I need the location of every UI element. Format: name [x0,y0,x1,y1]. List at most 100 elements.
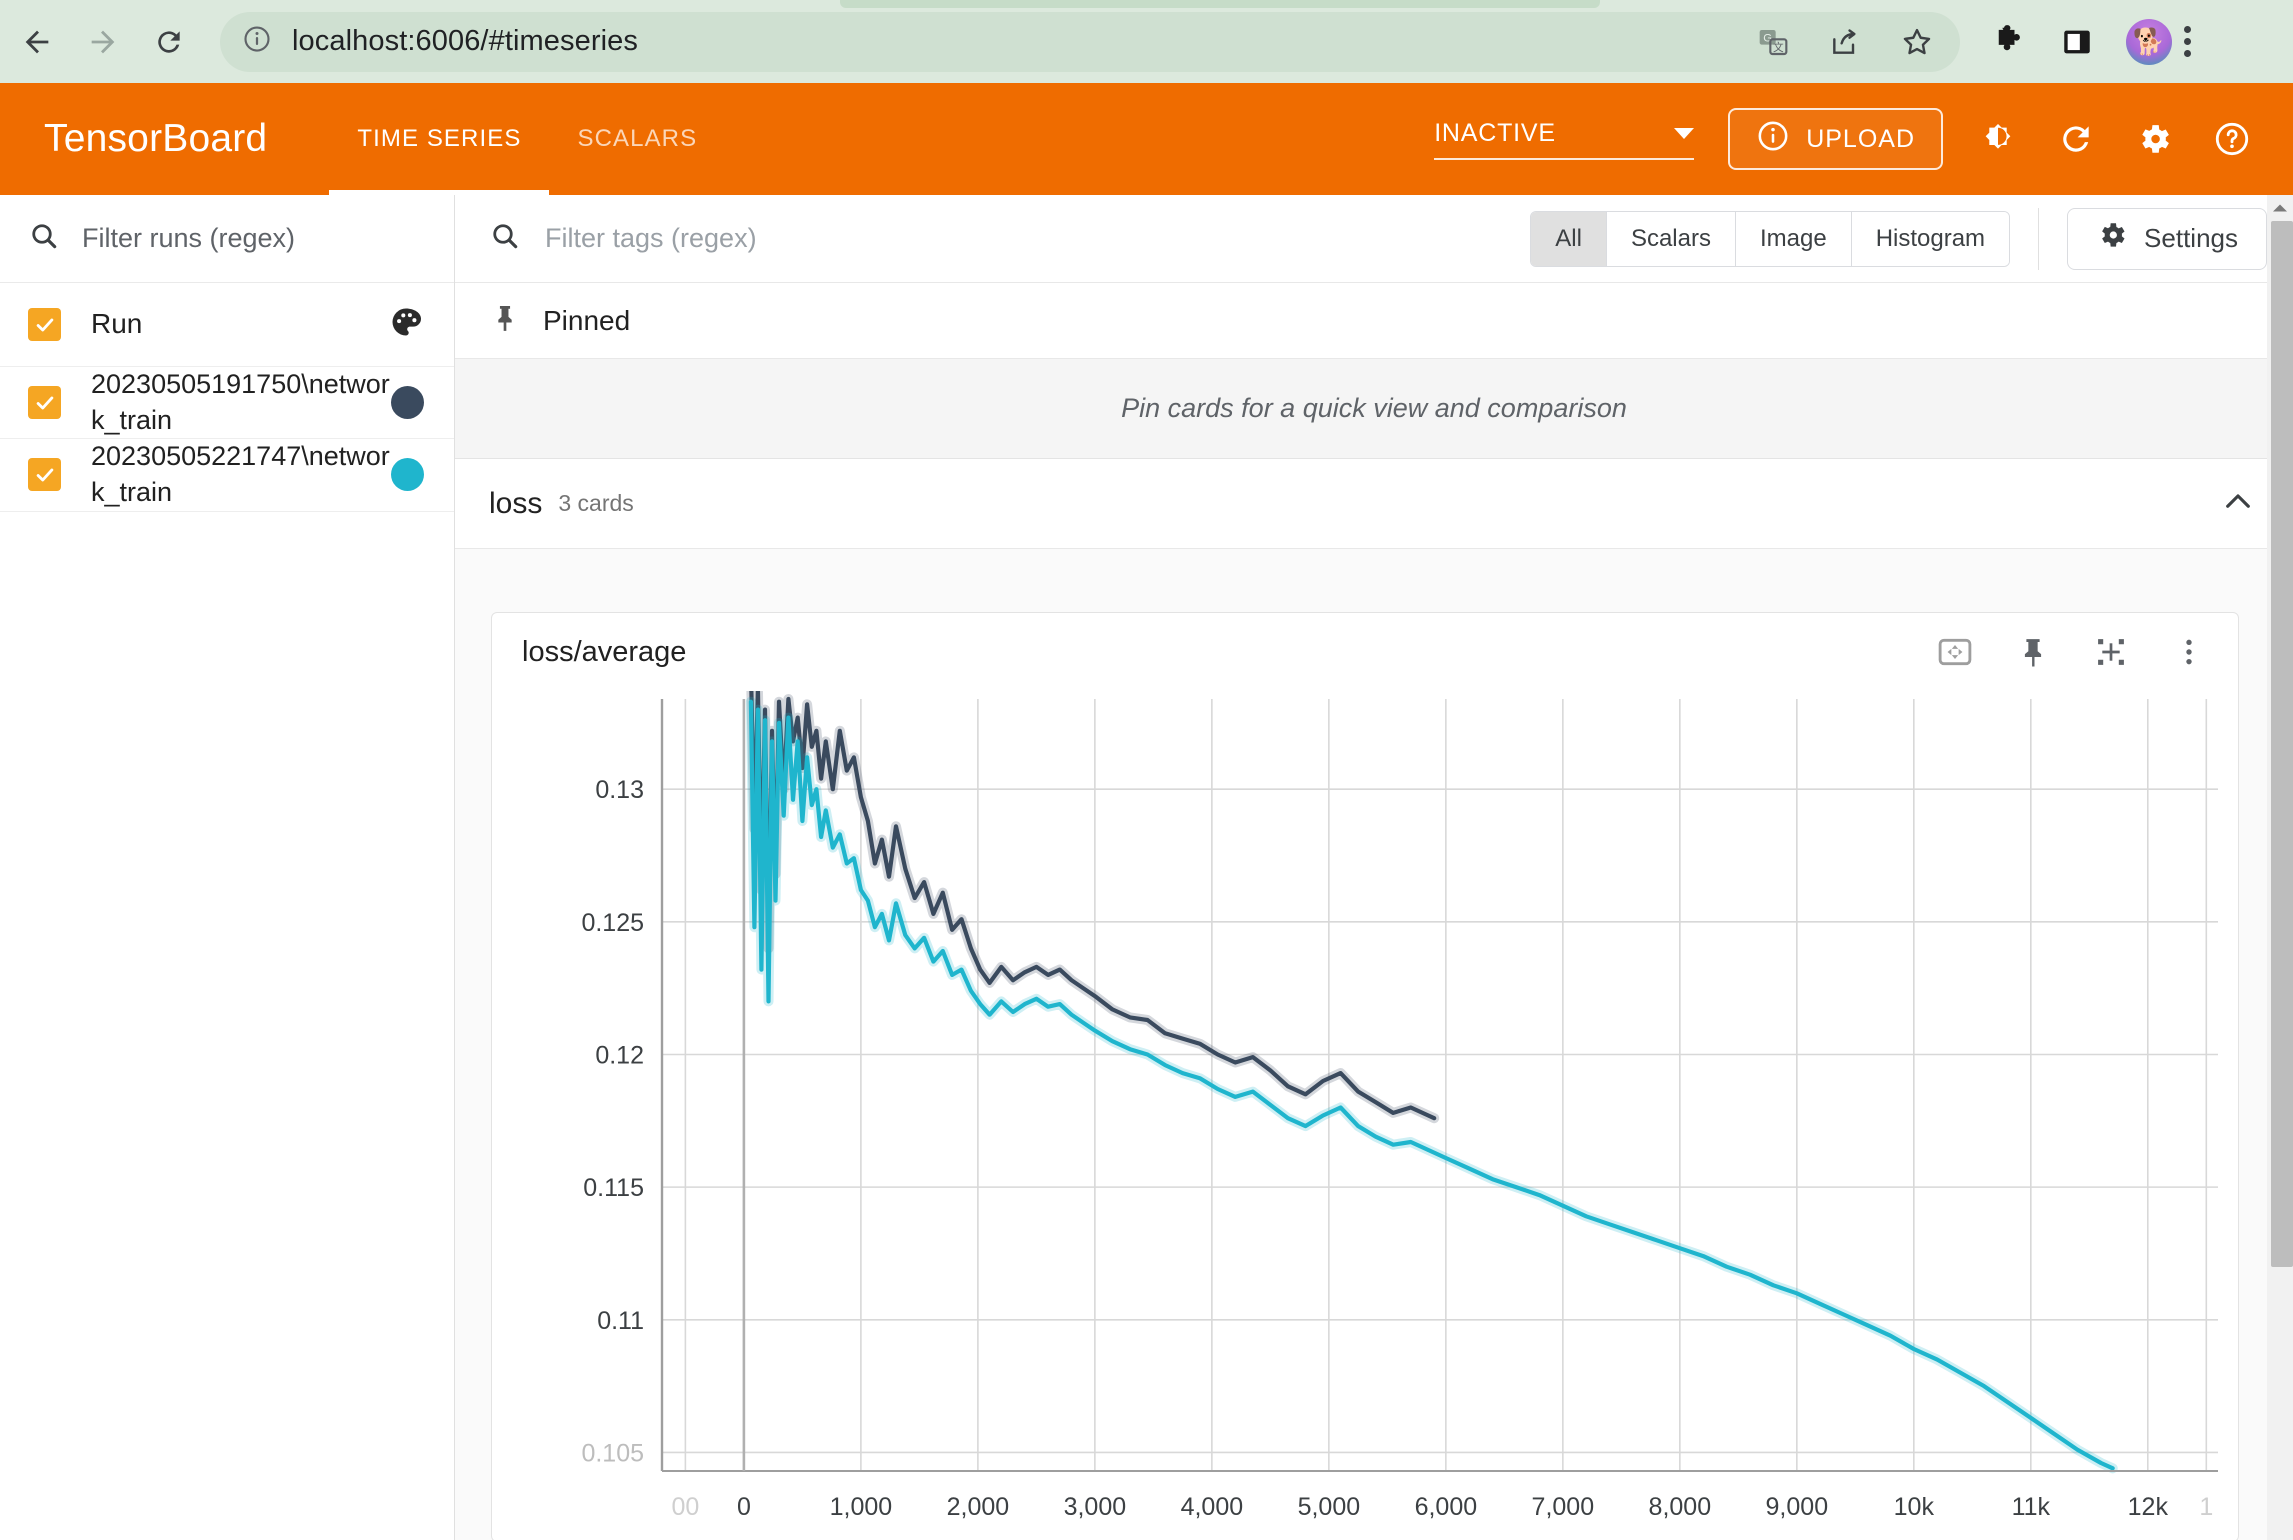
reload-icon [153,26,185,58]
overflow-menu-icon[interactable] [2166,629,2212,675]
tag-group-header-loss[interactable]: loss 3 cards [455,459,2293,549]
address-bar[interactable]: localhost:6006/#timeseries G文 [220,12,1960,72]
filter-image[interactable]: Image [1736,212,1852,266]
chart-series-layer [751,691,2113,1468]
tag-group-card-count: 3 cards [558,490,633,517]
svg-text:0: 0 [737,1493,751,1521]
pinned-section-header: Pinned [455,283,2293,359]
line-chart[interactable]: 0.130.1250.120.1150.110.105 0001,0002,00… [492,691,2239,1540]
svg-text:00: 00 [671,1493,699,1521]
pinned-label: Pinned [543,305,630,337]
svg-text:9,000: 9,000 [1766,1493,1829,1521]
browser-extensions-area [1986,19,2172,65]
info-circle-icon[interactable] [242,24,272,59]
run-filter-input[interactable]: Filter runs (regex) [0,195,454,283]
tab-scalars[interactable]: SCALARS [549,83,725,195]
chart-canvas[interactable]: 0.130.1250.120.1150.110.105 0001,0002,00… [492,691,2239,1540]
svg-text:文: 文 [1773,40,1784,53]
run-name: 20230505191750\network_train [91,367,391,438]
forward-arrow-icon [86,25,120,59]
header-actions: INACTIVE UPLOAD [1434,108,2293,170]
pinned-empty-text: Pin cards for a quick view and compariso… [1121,393,1627,424]
y-axis-tick-labels: 0.130.1250.120.1150.110.105 [581,776,644,1467]
search-icon [28,220,60,257]
translate-icon[interactable]: G文 [1752,21,1794,63]
brightness-icon[interactable] [1975,116,2021,162]
run-checkbox[interactable] [28,458,61,491]
tensorboard-logo: TensorBoard [44,117,267,161]
settings-button[interactable]: Settings [2067,208,2267,270]
url-text: localhost:6006/#timeseries [292,25,638,58]
tensorboard-header: TensorBoard TIME SERIES SCALARS INACTIVE… [0,83,2293,195]
star-icon[interactable] [1896,21,1938,63]
gear-icon[interactable] [2131,116,2177,162]
svg-text:0.13: 0.13 [595,776,644,804]
select-all-runs-checkbox[interactable] [28,308,61,341]
x-axis-tick-labels: 0001,0002,0003,0004,0005,0006,0007,0008,… [671,1493,2213,1521]
svg-text:0.12: 0.12 [595,1041,644,1069]
upload-status-dropdown[interactable]: INACTIVE [1434,119,1694,160]
scalar-card-loss-average: loss/average 0.13 [491,612,2239,1540]
main-panel: Filter tags (regex) All Scalars Image Hi… [455,195,2293,1540]
scrollbar-thumb[interactable] [2271,221,2293,1267]
tab-time-series[interactable]: TIME SERIES [329,83,549,195]
chevron-up-icon[interactable] [2219,482,2257,525]
back-button[interactable] [8,13,66,71]
back-arrow-icon [20,25,54,59]
side-panel-icon[interactable] [2056,21,2098,63]
color-palette-icon[interactable] [388,304,424,345]
run-color-swatch [391,458,424,491]
svg-text:0.11: 0.11 [597,1307,644,1335]
runs-sidebar: Filter runs (regex) Run 20230505191750\n… [0,195,455,1540]
tags-toolbar: Filter tags (regex) All Scalars Image Hi… [455,195,2293,283]
filter-histogram[interactable]: Histogram [1852,212,2009,266]
svg-text:1: 1 [2199,1493,2213,1521]
svg-text:0.105: 0.105 [581,1439,644,1467]
run-checkbox[interactable] [28,386,61,419]
plugin-filter-group: All Scalars Image Histogram [1530,211,2010,267]
upload-button-label: UPLOAD [1806,125,1915,154]
runs-header-row: Run [0,283,454,367]
tag-group-name: loss [489,487,542,521]
main-scrollbar[interactable] [2267,195,2293,1540]
reload-icon[interactable] [2053,116,2099,162]
svg-text:0.115: 0.115 [583,1174,644,1202]
card-header: loss/average [492,613,2238,691]
svg-text:8,000: 8,000 [1649,1493,1712,1521]
toolbar-divider [2038,208,2039,270]
kebab-menu-icon[interactable] [2184,26,2191,57]
settings-button-label: Settings [2144,223,2238,254]
forward-button[interactable] [74,13,132,71]
help-circle-icon[interactable] [2209,116,2255,162]
collapse-icon[interactable] [2088,629,2134,675]
svg-text:10k: 10k [1894,1493,1935,1521]
gear-icon [2096,219,2128,258]
puzzle-piece-icon[interactable] [1986,21,2028,63]
svg-text:12k: 12k [2128,1493,2169,1521]
avatar-icon[interactable] [2126,19,2172,65]
info-circle-icon [1756,119,1790,160]
upload-status-value: INACTIVE [1434,119,1556,148]
filter-scalars[interactable]: Scalars [1607,212,1736,266]
reload-button[interactable] [140,13,198,71]
svg-text:2,000: 2,000 [947,1493,1010,1521]
scroll-up-arrow-icon[interactable] [2267,195,2293,221]
filter-all[interactable]: All [1531,212,1607,266]
chevron-down-icon [1674,128,1694,139]
runs-column-label: Run [91,306,142,343]
main-tabs: TIME SERIES SCALARS [329,83,725,195]
run-item-1[interactable]: 20230505221747\network_train [0,439,454,511]
svg-text:5,000: 5,000 [1298,1493,1361,1521]
svg-text:3,000: 3,000 [1064,1493,1127,1521]
svg-text:7,000: 7,000 [1532,1493,1595,1521]
svg-text:4,000: 4,000 [1181,1493,1244,1521]
share-icon[interactable] [1824,21,1866,63]
fit-to-domain-icon[interactable] [1932,629,1978,675]
pin-icon[interactable] [2010,629,2056,675]
card-title: loss/average [522,636,686,669]
svg-text:11k: 11k [2012,1493,2051,1521]
run-name: 20230505221747\network_train [91,439,391,510]
upload-button[interactable]: UPLOAD [1728,108,1943,170]
search-icon [489,220,521,257]
run-item-0[interactable]: 20230505191750\network_train [0,367,454,439]
